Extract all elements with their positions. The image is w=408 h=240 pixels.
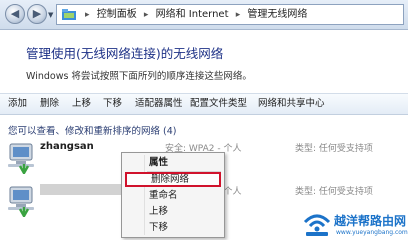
- address-box[interactable]: ▸ 控制面板 ▸ 网络和 Internet ▸ 管理无线网络: [56, 4, 404, 25]
- recent-pages-dropdown[interactable]: ▼: [48, 11, 53, 19]
- breadcrumb-separator-icon: ▸: [143, 10, 149, 20]
- address-bar: ◀ ▶ ▼ ▸ 控制面板 ▸ 网络和 Internet ▸ 管理无线网络: [0, 0, 408, 30]
- menu-item-remove-network[interactable]: 删除网络: [125, 172, 221, 187]
- menu-item-move-down[interactable]: 下移: [125, 220, 221, 235]
- page-description: Windows 将尝试按照下面所列的顺序连接这些网络。: [26, 71, 252, 82]
- breadcrumb-separator-icon: ▸: [235, 10, 241, 20]
- back-button[interactable]: ◀: [5, 4, 25, 24]
- breadcrumb-manage-wireless[interactable]: 管理无线网络: [247, 9, 307, 20]
- networks-section-header: 您可以查看、修改和重新排序的网络 (4): [8, 126, 177, 137]
- wireless-network-icon: [8, 186, 34, 217]
- forward-button[interactable]: ▶: [27, 4, 47, 24]
- control-panel-icon: [62, 9, 76, 20]
- context-menu: 属性 删除网络 重命名 上移 下移: [121, 152, 225, 238]
- menu-item-properties[interactable]: 属性: [125, 155, 221, 170]
- breadcrumb: ▸ 控制面板 ▸ 网络和 Internet ▸ 管理无线网络: [81, 8, 307, 22]
- arrow-left-icon: ◀: [10, 7, 20, 20]
- breadcrumb-separator-icon: ▸: [85, 10, 90, 20]
- breadcrumb-network-internet[interactable]: 网络和 Internet: [156, 9, 229, 20]
- network-type: 类型: 任何受支持项: [295, 144, 373, 154]
- move-up-button[interactable]: 上移: [72, 97, 91, 111]
- arrow-right-icon: ▶: [32, 7, 42, 20]
- network-name: zhangsan: [40, 141, 94, 152]
- network-sharing-center-button[interactable]: 网络和共享中心: [258, 97, 325, 111]
- add-button[interactable]: 添加: [8, 97, 27, 111]
- watermark: 越洋帮路由网 www.yueyangbang.com: [300, 208, 408, 240]
- breadcrumb-control-panel[interactable]: 控制面板: [97, 9, 137, 20]
- remove-button[interactable]: 删除: [40, 97, 59, 111]
- network-type: 类型: 任何受支持项: [295, 187, 373, 197]
- move-down-button[interactable]: 下移: [103, 97, 122, 111]
- menu-item-rename[interactable]: 重命名: [125, 188, 221, 203]
- router-logo-icon: [303, 214, 331, 236]
- menu-item-move-up[interactable]: 上移: [125, 204, 221, 219]
- profile-type-button[interactable]: 配置文件类型: [190, 97, 247, 111]
- toolbar: 添加 删除 上移 下移 适配器属性 配置文件类型 网络和共享中心: [0, 93, 408, 115]
- watermark-name: 越洋帮路由网: [334, 214, 407, 228]
- page-title: 管理使用(无线网络连接)的无线网络: [26, 46, 224, 61]
- adapter-properties-button[interactable]: 适配器属性: [135, 97, 183, 111]
- wireless-network-icon: [8, 143, 34, 174]
- watermark-url: www.yueyangbang.com: [336, 229, 408, 236]
